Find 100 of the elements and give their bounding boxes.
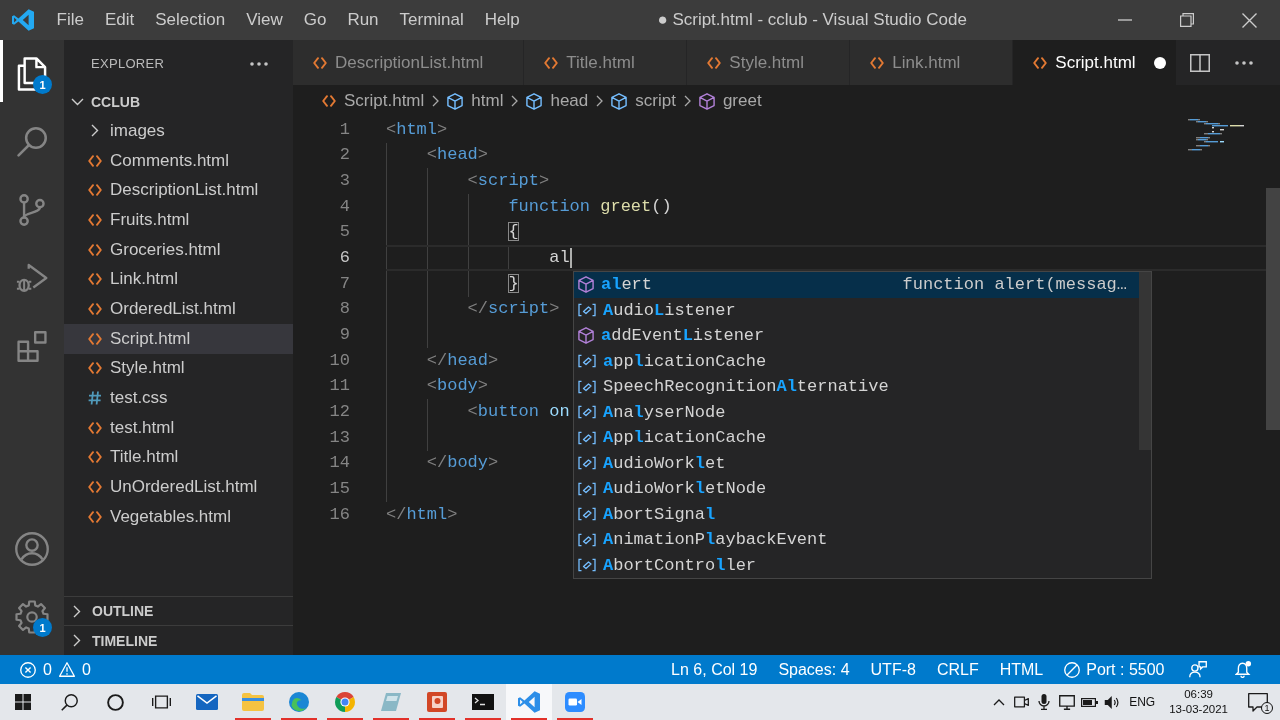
editor-tab[interactable]: Style.html bbox=[687, 40, 851, 85]
problems-status[interactable]: 0 0 bbox=[20, 660, 91, 679]
menu-item[interactable]: Help bbox=[474, 6, 531, 34]
code-file-icon bbox=[88, 213, 102, 226]
speaker-icon[interactable] bbox=[1103, 694, 1120, 710]
blocks-icon[interactable] bbox=[17, 330, 47, 362]
tree-item[interactable]: Vegetables.html bbox=[64, 501, 293, 532]
task-view-icon[interactable] bbox=[151, 695, 171, 709]
more-actions-icon[interactable] bbox=[1235, 60, 1253, 65]
menu-item[interactable]: File bbox=[46, 6, 95, 34]
feedback-icon[interactable] bbox=[1189, 661, 1207, 678]
scrollbar-thumb[interactable] bbox=[1139, 272, 1151, 450]
monitor-icon[interactable] bbox=[1058, 694, 1075, 710]
menu-item[interactable]: Edit bbox=[94, 6, 145, 34]
tree-item[interactable]: test.css bbox=[64, 383, 293, 413]
code-line: <script> bbox=[467, 171, 550, 192]
tree-item[interactable]: OrderedList.html bbox=[64, 294, 293, 324]
status-item[interactable]: HTML bbox=[989, 660, 1054, 679]
code-line: <body> bbox=[426, 376, 488, 397]
editor-tab[interactable]: DescriptionList.html bbox=[293, 40, 525, 85]
search-icon[interactable] bbox=[60, 693, 78, 711]
files-icon[interactable] bbox=[17, 57, 47, 91]
breadcrumb-item[interactable]: greet bbox=[698, 91, 762, 111]
bracket-icon bbox=[578, 379, 596, 394]
tree-item[interactable]: UnOrderedList.html bbox=[64, 472, 293, 502]
folder-header[interactable]: CCLUB bbox=[64, 87, 293, 116]
battery-icon[interactable] bbox=[1080, 697, 1098, 707]
chevron-right-icon bbox=[511, 95, 519, 107]
clock-date[interactable]: 13-03-2021 bbox=[1169, 702, 1228, 717]
play-bug-icon[interactable] bbox=[16, 263, 48, 293]
sidebar-title: EXPLORER bbox=[91, 56, 165, 71]
menu-item[interactable]: Selection bbox=[144, 6, 236, 34]
breadcrumb-item[interactable]: head bbox=[526, 91, 589, 111]
suggestion-item[interactable]: AudioWorklet bbox=[574, 450, 1139, 476]
chevron-right-icon bbox=[432, 95, 440, 107]
tree-item[interactable]: images bbox=[64, 116, 293, 146]
editor-tab[interactable]: Title.html bbox=[524, 40, 688, 85]
suggestion-item[interactable]: SpeechRecognitionAlternative bbox=[574, 374, 1139, 400]
status-item[interactable]: UTF-8 bbox=[860, 660, 927, 679]
more-actions-icon[interactable] bbox=[250, 61, 268, 66]
breadcrumb-item[interactable]: script bbox=[611, 91, 676, 111]
branch-icon[interactable] bbox=[19, 194, 45, 226]
suggestion-item[interactable]: AudioListener bbox=[574, 297, 1139, 323]
cube-icon bbox=[447, 92, 464, 110]
tree-item[interactable]: Style.html bbox=[64, 353, 293, 384]
tree-item[interactable]: Script.html bbox=[64, 323, 293, 354]
suggestion-item[interactable]: AnimationPlaybackEvent bbox=[574, 527, 1139, 553]
line-number: 2 bbox=[339, 145, 350, 166]
tree-item[interactable]: Link.html bbox=[64, 264, 293, 295]
code-line: <head> bbox=[426, 145, 488, 166]
settings-icon[interactable] bbox=[15, 600, 49, 634]
mail-icon bbox=[196, 694, 218, 710]
menu-item[interactable]: Terminal bbox=[389, 6, 475, 34]
code-line: function greet() bbox=[508, 196, 672, 217]
suggestion-item[interactable]: applicationCache bbox=[574, 348, 1139, 374]
suggestion-item[interactable]: AnalyserNode bbox=[574, 399, 1139, 425]
bracket-icon bbox=[578, 532, 596, 547]
split-editor-icon[interactable] bbox=[1190, 53, 1210, 72]
menu-item[interactable]: Run bbox=[336, 6, 390, 34]
start-icon[interactable] bbox=[15, 694, 31, 710]
notification-icon[interactable] bbox=[1248, 692, 1268, 712]
camera-icon[interactable] bbox=[1014, 696, 1030, 708]
circle-icon[interactable] bbox=[106, 693, 124, 711]
account-icon[interactable] bbox=[15, 532, 49, 566]
status-item[interactable]: Spaces: 4 bbox=[767, 660, 861, 679]
code-file-icon bbox=[88, 332, 102, 345]
suggestion-item[interactable]: AudioWorkletNode bbox=[574, 476, 1139, 502]
breadcrumb-item[interactable]: Script.html bbox=[322, 91, 425, 111]
tree-item[interactable]: Groceries.html bbox=[64, 234, 293, 265]
editor-tab[interactable]: Link.html bbox=[850, 40, 1014, 85]
tree-item[interactable]: test.html bbox=[64, 412, 293, 443]
code-file-icon bbox=[88, 481, 102, 494]
restore-icon[interactable] bbox=[1180, 13, 1194, 27]
language-indicator[interactable]: ENG bbox=[1123, 695, 1162, 709]
editor-tab[interactable]: Script.html bbox=[1013, 40, 1177, 85]
scrollbar-thumb[interactable] bbox=[1266, 188, 1280, 430]
status-item[interactable]: CRLF bbox=[926, 660, 990, 679]
tree-item[interactable]: Fruits.html bbox=[64, 205, 293, 235]
code-file-icon bbox=[544, 56, 559, 69]
microphone-icon[interactable] bbox=[1038, 694, 1051, 710]
suggestion-item[interactable]: alert function alert(messag… bbox=[574, 272, 1139, 298]
tree-item[interactable]: Comments.html bbox=[64, 145, 293, 176]
browser-icon bbox=[335, 692, 355, 712]
port-status[interactable]: Port : 5500 bbox=[1053, 660, 1175, 679]
close-icon[interactable] bbox=[1241, 12, 1257, 28]
tree-item[interactable]: DescriptionList.html bbox=[64, 175, 293, 206]
status-item[interactable]: Ln 6, Col 19 bbox=[660, 660, 768, 679]
breadcrumb-item[interactable]: html bbox=[447, 91, 504, 111]
suggestion-item[interactable]: AbortSignal bbox=[574, 501, 1139, 527]
clock-time[interactable]: 06:39 bbox=[1184, 687, 1213, 702]
suggestion-item[interactable]: AbortController bbox=[574, 552, 1139, 578]
tree-item[interactable]: Title.html bbox=[64, 442, 293, 473]
menu-item[interactable]: Go bbox=[293, 6, 337, 34]
line-number: 11 bbox=[329, 376, 350, 397]
chevron-up-icon[interactable] bbox=[993, 698, 1006, 706]
bell-icon[interactable] bbox=[1235, 661, 1252, 678]
suggestion-item[interactable]: ApplicationCache bbox=[574, 425, 1139, 451]
suggestion-item[interactable]: addEventListener bbox=[574, 323, 1139, 349]
menu-item[interactable]: View bbox=[235, 6, 294, 34]
line-number: 16 bbox=[329, 504, 350, 525]
